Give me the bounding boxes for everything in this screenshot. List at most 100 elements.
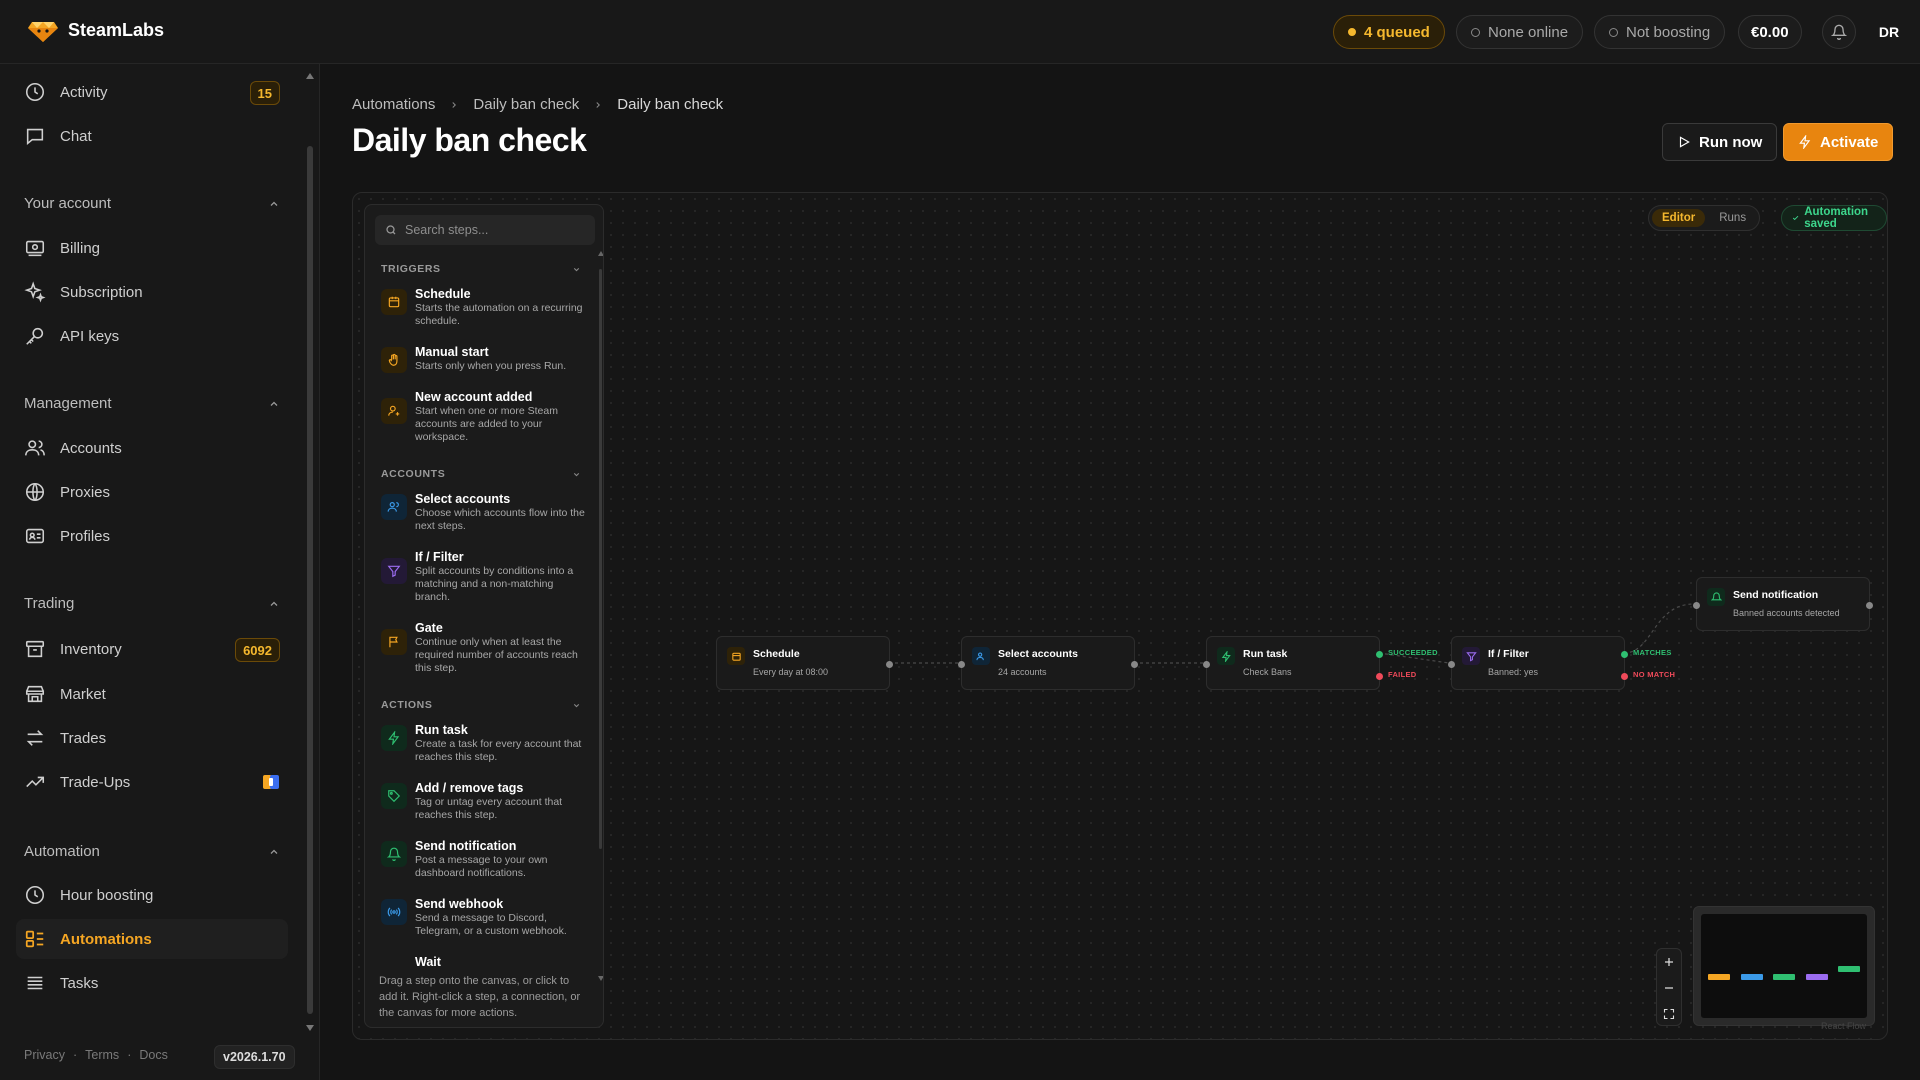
balance-label: €0.00 <box>1751 23 1789 41</box>
balance-pill[interactable]: €0.00 <box>1738 15 1802 49</box>
sidebar-item-hour-boosting[interactable]: Hour boosting <box>16 875 288 915</box>
step-title: Select accounts <box>415 492 511 506</box>
sidebar-item-profiles[interactable]: Profiles <box>16 516 288 556</box>
section-automation[interactable]: Automation <box>24 843 280 860</box>
terms-link[interactable]: Terms <box>85 1048 119 1062</box>
zoom-in-button[interactable] <box>1657 949 1681 975</box>
flow-node-send-notification[interactable]: Send notification Banned accounts detect… <box>1693 577 1873 631</box>
bell-icon <box>1831 24 1847 40</box>
hand-icon <box>381 347 407 373</box>
sidebar-item-automations[interactable]: Automations <box>16 919 288 959</box>
sidebar-item-label: Inventory <box>60 640 122 658</box>
flow-canvas[interactable]: Search steps... TRIGGERS Schedule Starts… <box>352 192 1888 1040</box>
sidebar-item-api-keys[interactable]: API keys <box>16 316 288 356</box>
sidebar-item-trade-ups[interactable]: Trade-Ups <box>16 762 288 802</box>
output-port[interactable] <box>1131 661 1138 668</box>
sidebar-item-label: Proxies <box>60 483 111 501</box>
diamond-logo-icon <box>28 22 58 42</box>
sidebar-item-market[interactable]: Market <box>16 674 288 714</box>
input-port[interactable] <box>958 661 965 668</box>
minimap[interactable] <box>1693 906 1875 1026</box>
input-port[interactable] <box>1693 602 1700 609</box>
queued-status-pill[interactable]: 4 queued <box>1333 15 1445 49</box>
sidebar-item-proxies[interactable]: Proxies <box>16 472 288 512</box>
flow-node-if-filter[interactable]: If / Filter Banned: yes <box>1448 636 1628 690</box>
sidebar-scroll-thumb[interactable] <box>307 146 313 1014</box>
matches-port[interactable] <box>1621 651 1628 658</box>
online-status-pill[interactable]: None online <box>1456 15 1584 49</box>
run-now-button[interactable]: Run now <box>1662 123 1778 161</box>
view-toggle: Editor Runs <box>1648 205 1761 231</box>
node-subtitle: 24 accounts <box>998 667 1047 677</box>
palette-group-accounts[interactable]: ACCOUNTS <box>381 468 581 480</box>
globe-icon <box>25 482 45 502</box>
section-your-account[interactable]: Your account <box>24 195 280 212</box>
notifications-button[interactable] <box>1822 15 1856 49</box>
flow-node-select-accounts[interactable]: Select accounts 24 accounts <box>958 636 1138 690</box>
step-description: Split accounts by conditions into a matc… <box>415 565 574 603</box>
node-subtitle: Banned accounts detected <box>1733 608 1840 618</box>
palette-scroll-thumb[interactable] <box>599 269 602 849</box>
separator-dot: · <box>72 1048 78 1062</box>
sparkles-icon <box>24 281 46 303</box>
queued-label: 4 queued <box>1364 23 1430 41</box>
sidebar-item-accounts[interactable]: Accounts <box>16 428 288 468</box>
filter-icon <box>381 558 407 584</box>
bolt-icon <box>1217 647 1235 665</box>
search-steps-input[interactable]: Search steps... <box>375 215 595 245</box>
sidebar-item-chat[interactable]: Chat <box>16 116 288 156</box>
boosting-label: Not boosting <box>1626 23 1711 41</box>
new-feature-icon <box>263 775 279 789</box>
sidebar-item-label: Market <box>60 685 106 703</box>
flow-node-schedule[interactable]: Schedule Every day at 08:00 <box>716 636 893 690</box>
succeeded-port[interactable] <box>1376 651 1383 658</box>
step-title: Run task <box>415 723 468 737</box>
palette-group-triggers[interactable]: TRIGGERS <box>381 263 581 275</box>
output-port[interactable] <box>886 661 893 668</box>
react-flow-attribution[interactable]: React Flow <box>1821 1021 1866 1031</box>
step-title: Wait <box>415 955 441 969</box>
sidebar-item-tasks[interactable]: Tasks <box>16 963 288 1003</box>
bolt-icon <box>381 725 407 751</box>
tab-editor[interactable]: Editor <box>1652 209 1706 227</box>
clock-icon <box>25 82 45 102</box>
tab-runs[interactable]: Runs <box>1709 209 1756 227</box>
brand-logo[interactable]: SteamLabs <box>28 18 164 42</box>
step-title: If / Filter <box>415 550 464 564</box>
zoom-controls <box>1656 948 1682 1026</box>
minus-icon <box>1665 987 1673 989</box>
sidebar-item-label: Activity <box>60 83 108 101</box>
chevron-up-icon <box>270 849 278 854</box>
sidebar-item-subscription[interactable]: Subscription <box>16 272 288 312</box>
palette-group-actions[interactable]: ACTIONS <box>381 699 581 711</box>
activate-button[interactable]: Activate <box>1783 123 1894 161</box>
plus-icon <box>1665 958 1673 966</box>
status-dot-icon <box>1471 27 1480 37</box>
boosting-status-pill[interactable]: Not boosting <box>1594 15 1726 49</box>
zoom-out-button[interactable] <box>1657 975 1681 1001</box>
sidebar-item-billing[interactable]: Billing <box>16 228 288 268</box>
output-port[interactable] <box>1866 602 1873 609</box>
failed-port[interactable] <box>1376 673 1383 680</box>
user-avatar[interactable]: DR <box>1872 15 1906 49</box>
breadcrumb-item[interactable]: Automations <box>352 96 435 113</box>
inventory-count-badge: 6092 <box>235 638 280 662</box>
sidebar-item-activity[interactable]: Activity 15 <box>16 72 288 112</box>
step-description: Continue only when at least the required… <box>415 636 578 674</box>
privacy-link[interactable]: Privacy <box>24 1048 65 1062</box>
section-trading[interactable]: Trading <box>24 595 280 612</box>
input-port[interactable] <box>1203 661 1210 668</box>
sidebar-footer: Privacy · Terms · Docs <box>24 1048 168 1062</box>
sidebar-item-trades[interactable]: Trades <box>16 718 288 758</box>
flow-node-run-task[interactable]: Run task Check Bans <box>1203 636 1383 690</box>
docs-link[interactable]: Docs <box>139 1048 167 1062</box>
fit-view-button[interactable] <box>1657 1001 1681 1027</box>
input-port[interactable] <box>1448 661 1455 668</box>
no-match-port[interactable] <box>1621 673 1628 680</box>
breadcrumb-item[interactable]: Daily ban check <box>473 96 579 113</box>
section-management[interactable]: Management <box>24 395 280 412</box>
calendar-icon <box>727 647 745 665</box>
billing-icon <box>25 240 45 257</box>
node-title: Run task <box>1243 648 1288 660</box>
sidebar-item-inventory[interactable]: Inventory 6092 <box>16 629 288 669</box>
